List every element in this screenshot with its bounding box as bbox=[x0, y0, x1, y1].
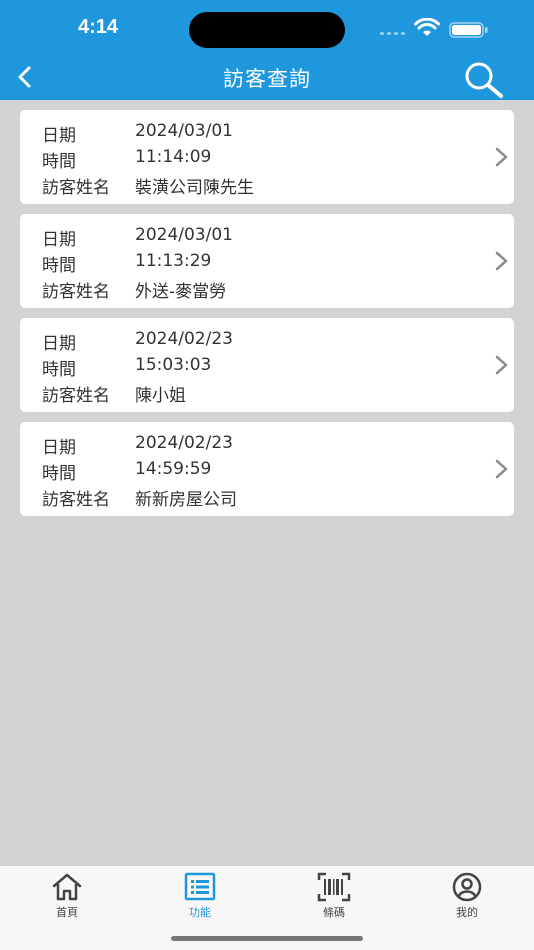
home-icon bbox=[52, 873, 82, 901]
wifi-icon bbox=[414, 18, 440, 36]
visitor-value: 裝潢公司陳先生 bbox=[135, 178, 254, 198]
chevron-right-icon bbox=[495, 459, 508, 479]
app-header: 4:14 訪客查詢 bbox=[0, 0, 534, 100]
visitor-label: 訪客姓名 bbox=[42, 178, 110, 198]
time-value: 14:59:59 bbox=[135, 459, 212, 479]
date-value: 2024/03/01 bbox=[135, 225, 233, 245]
home-indicator[interactable] bbox=[171, 936, 363, 941]
tab-functions[interactable]: 功能 bbox=[160, 872, 240, 920]
cellular-signal-icon bbox=[380, 32, 405, 35]
tab-label: 功能 bbox=[189, 906, 211, 919]
time-label: 時間 bbox=[42, 360, 76, 380]
battery-icon bbox=[449, 22, 488, 38]
date-value: 2024/03/01 bbox=[135, 121, 233, 141]
chevron-right-icon bbox=[495, 147, 508, 167]
date-value: 2024/02/23 bbox=[135, 329, 233, 349]
list-icon bbox=[184, 872, 216, 901]
profile-icon bbox=[452, 872, 482, 902]
date-label: 日期 bbox=[42, 438, 76, 458]
date-value: 2024/02/23 bbox=[135, 433, 233, 453]
tab-home[interactable]: 首頁 bbox=[27, 872, 107, 920]
search-button[interactable] bbox=[462, 60, 506, 100]
date-label: 日期 bbox=[42, 334, 76, 354]
visitor-value: 外送-麥當勞 bbox=[135, 282, 227, 302]
time-value: 11:14:09 bbox=[135, 147, 212, 167]
time-value: 15:03:03 bbox=[135, 355, 212, 375]
visitor-label: 訪客姓名 bbox=[42, 282, 110, 302]
status-time: 4:14 bbox=[78, 16, 119, 38]
time-label: 時間 bbox=[42, 152, 76, 172]
date-label: 日期 bbox=[42, 126, 76, 146]
tab-label: 首頁 bbox=[56, 906, 78, 919]
visitor-card[interactable]: 日期 2024/03/01 時間 11:13:29 訪客姓名 外送-麥當勞 bbox=[20, 214, 514, 308]
visitor-label: 訪客姓名 bbox=[42, 490, 110, 510]
tab-label: 我的 bbox=[456, 906, 478, 919]
visitor-card[interactable]: 日期 2024/03/01 時間 11:14:09 訪客姓名 裝潢公司陳先生 bbox=[20, 110, 514, 204]
tab-label: 條碼 bbox=[323, 906, 345, 919]
date-label: 日期 bbox=[42, 230, 76, 250]
tab-barcode[interactable]: 條碼 bbox=[294, 872, 374, 920]
visitor-list: 日期 2024/03/01 時間 11:14:09 訪客姓名 裝潢公司陳先生 日期 20… bbox=[20, 110, 514, 526]
page-title: 訪客查詢 bbox=[223, 67, 311, 91]
chevron-right-icon bbox=[495, 355, 508, 375]
dynamic-island bbox=[189, 12, 345, 48]
visitor-value: 新新房屋公司 bbox=[135, 490, 237, 510]
chevron-right-icon bbox=[495, 251, 508, 271]
time-label: 時間 bbox=[42, 464, 76, 484]
barcode-icon bbox=[317, 872, 351, 902]
time-label: 時間 bbox=[42, 256, 76, 276]
visitor-value: 陳小姐 bbox=[135, 386, 186, 406]
tab-profile[interactable]: 我的 bbox=[427, 872, 507, 920]
visitor-card[interactable]: 日期 2024/02/23 時間 14:59:59 訪客姓名 新新房屋公司 bbox=[20, 422, 514, 516]
visitor-card[interactable]: 日期 2024/02/23 時間 15:03:03 訪客姓名 陳小姐 bbox=[20, 318, 514, 412]
time-value: 11:13:29 bbox=[135, 251, 212, 271]
visitor-label: 訪客姓名 bbox=[42, 386, 110, 406]
